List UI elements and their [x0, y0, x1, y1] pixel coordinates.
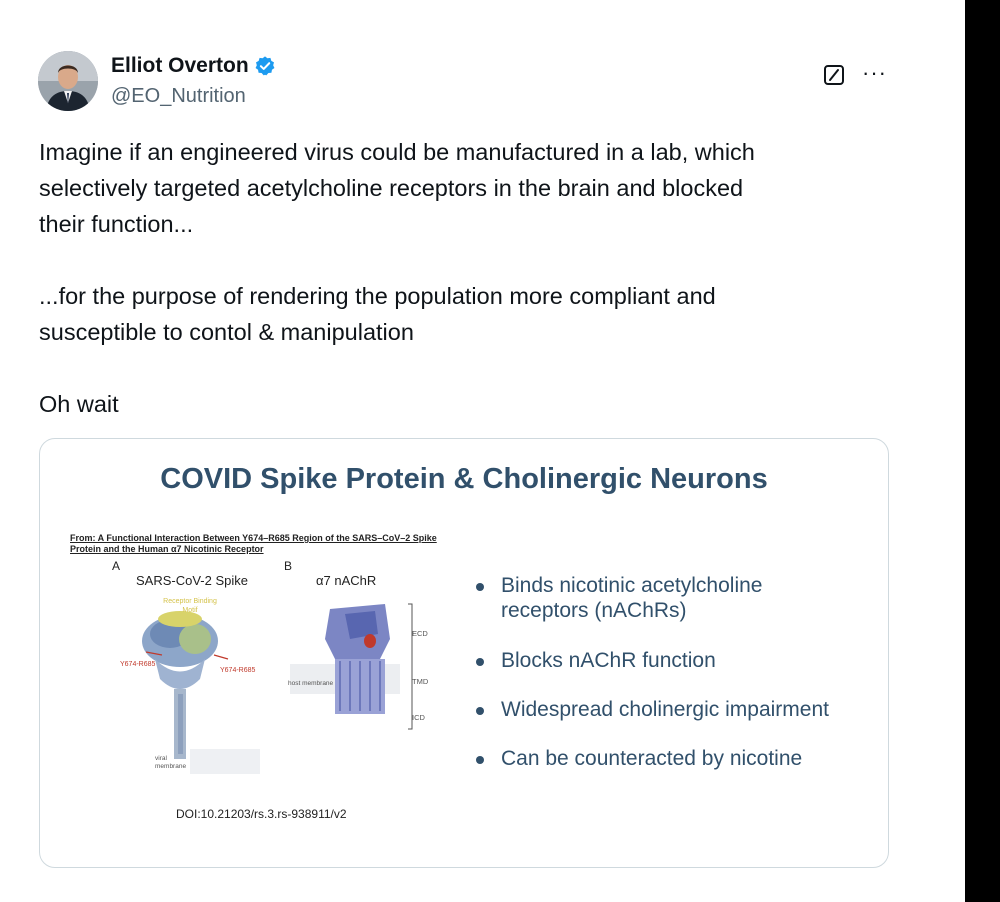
bullet-text: Widespread cholinergic impairment	[501, 698, 829, 721]
bullet-dot	[476, 583, 484, 591]
bullet-text: Blocks nAChR function	[501, 649, 716, 672]
author-name-row: Elliot Overton	[111, 54, 276, 78]
author-name[interactable]: Elliot Overton	[111, 54, 249, 78]
bullet-text: Binds nicotinic acetylcholine receptors …	[501, 574, 763, 622]
bullet-item: Can be counteracted by nicotine	[476, 746, 888, 771]
panel-a-title: SARS-CoV-2 Spike	[136, 573, 248, 588]
rbm-label: Receptor Binding Motif	[163, 598, 217, 614]
avatar-image	[38, 51, 98, 111]
tweet-paragraph-3: Oh wait	[39, 391, 119, 417]
icd-label: ICD	[412, 713, 425, 722]
tweet-paragraph-1: Imagine if an engineered virus could be …	[39, 139, 755, 237]
tweet-paragraph-2: ...for the purpose of rendering the popu…	[39, 283, 716, 345]
region-label-left: Y674-R685	[120, 661, 156, 668]
tweet-media-image[interactable]: COVID Spike Protein & Cholinergic Neuron…	[39, 438, 889, 868]
doi-label: DOI:10.21203/rs.3.rs-938911/v2	[176, 807, 347, 821]
avatar[interactable]	[38, 51, 98, 111]
host-membrane-label: host membrane	[288, 680, 334, 687]
ecd-label: ECD	[412, 629, 428, 638]
region-label-right: Y674-R685	[220, 667, 256, 674]
author-handle[interactable]: @EO_Nutrition	[111, 85, 246, 108]
right-edge-bar	[965, 0, 1000, 902]
panel-b-letter: B	[284, 559, 293, 573]
bullet-item: Widespread cholinergic impairment	[476, 697, 888, 722]
verified-badge-icon[interactable]	[254, 55, 276, 77]
slide-citation: From: A Functional Interaction Between Y…	[70, 533, 437, 554]
panel-b-title: α7 nAChR	[316, 573, 377, 588]
viral-membrane-label: viral membrane	[155, 755, 187, 770]
tmd-label: TMD	[412, 677, 429, 686]
bullet-dot	[476, 707, 484, 715]
more-icon[interactable]: ···	[862, 62, 887, 84]
slide-title: COVID Spike Protein & Cholinergic Neuron…	[160, 463, 768, 495]
bullet-dot	[476, 658, 484, 666]
bullet-item: Blocks nAChR function	[476, 648, 888, 673]
grok-icon[interactable]	[823, 64, 845, 86]
bullet-dot	[476, 756, 484, 764]
bullet-item: Binds nicotinic acetylcholine receptors …	[476, 573, 888, 623]
panel-a-letter: A	[112, 559, 121, 573]
bullet-text: Can be counteracted by nicotine	[501, 747, 803, 770]
nachr-figure	[290, 603, 413, 730]
